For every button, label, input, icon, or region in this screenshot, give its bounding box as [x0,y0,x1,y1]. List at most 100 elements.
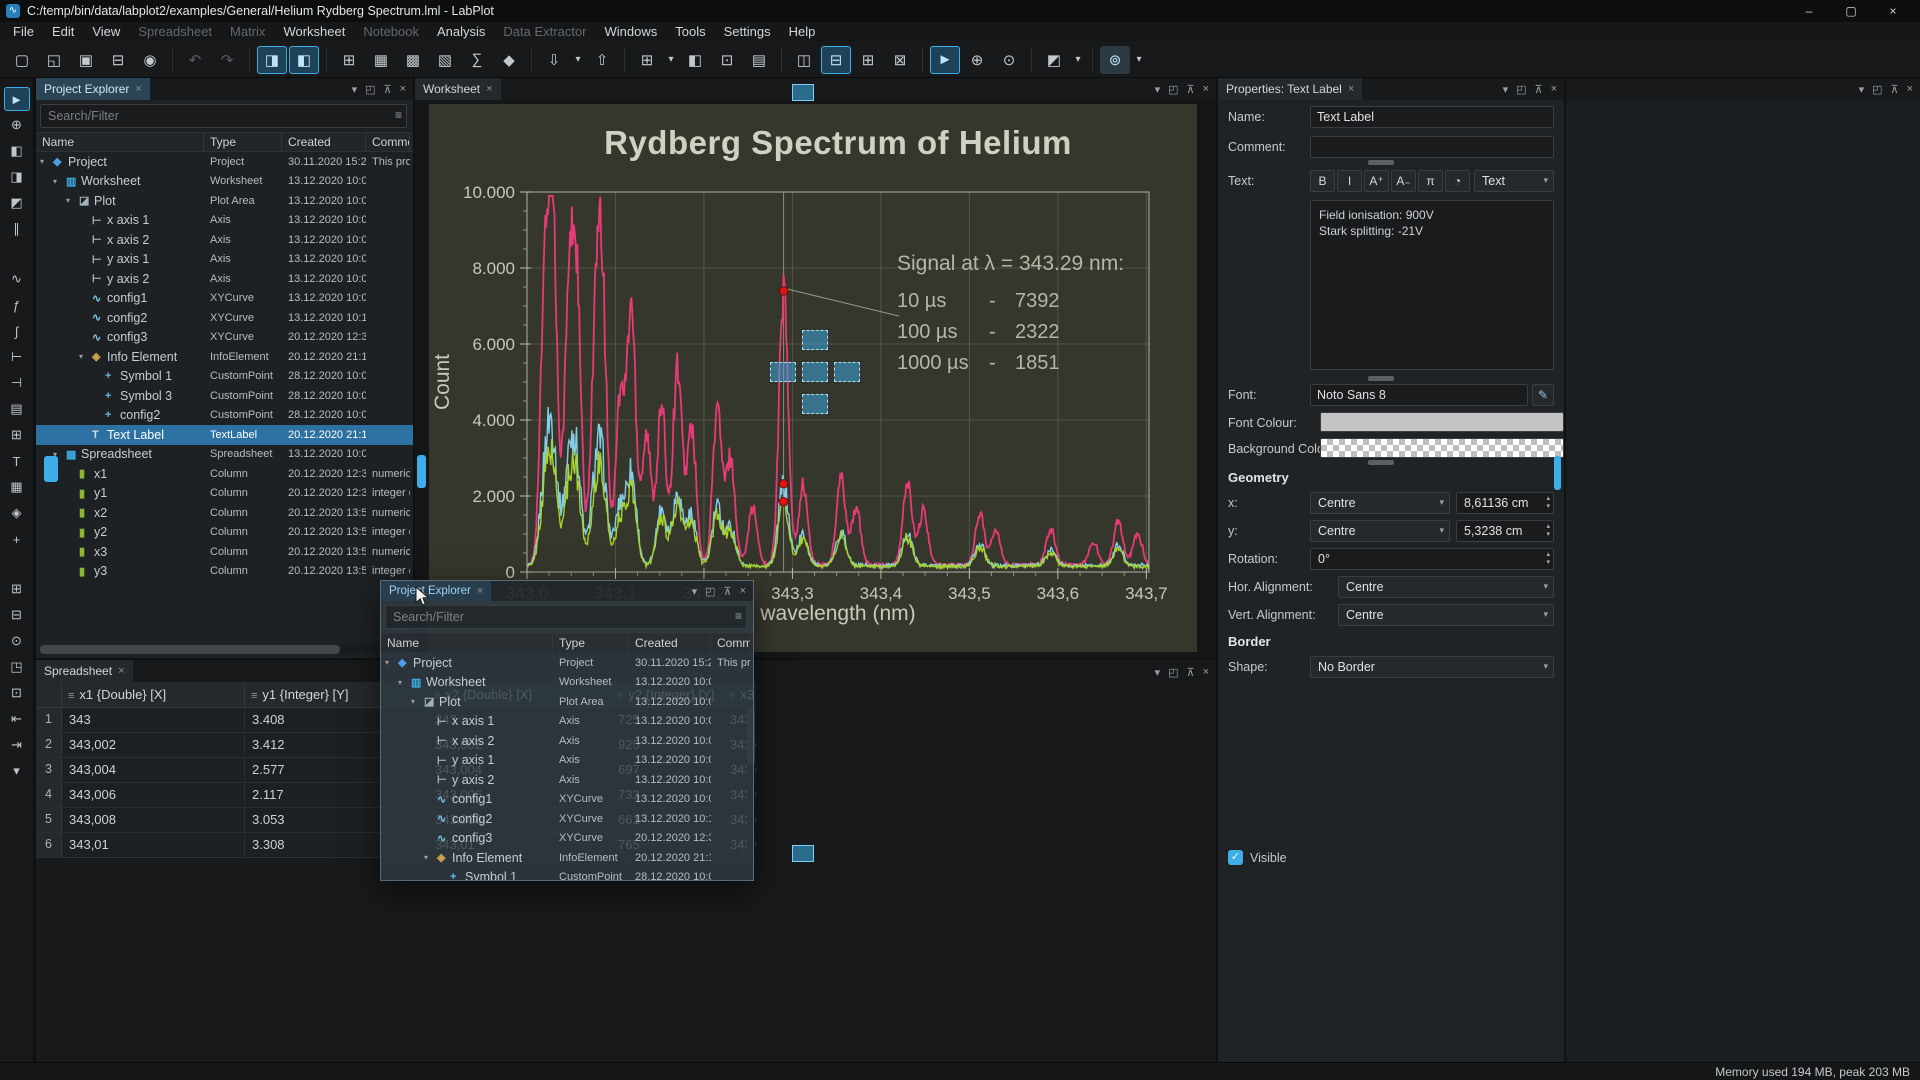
label-text-editor[interactable]: Field ionisation: 900VStark splitting: -… [1310,200,1554,370]
search-filter-input[interactable] [385,605,747,629]
menu-settings[interactable]: Settings [715,22,780,42]
column-header-commen[interactable]: Commen [366,133,410,151]
bold-button[interactable]: B [1310,170,1335,192]
tab-project-explorer[interactable]: Project Explorer× [36,78,150,100]
insert-datetime-button[interactable]: ◔ [1445,170,1470,192]
dock-pin-icon[interactable]: ⊼ [724,585,732,598]
dock-float-icon[interactable]: ◰ [1168,83,1178,96]
print-preview-button[interactable]: ◉ [135,46,165,74]
font-picker-button[interactable]: ✎ [1532,384,1554,406]
crosshair-mode-button[interactable]: ⊕ [962,46,992,74]
tab-worksheet[interactable]: Worksheet × [415,78,501,100]
toolbar-overflow-button[interactable]: ▾ [4,759,30,783]
export-button[interactable]: ⇧ [587,46,617,74]
shift-right-tool[interactable]: ⇥ [4,733,30,757]
tree-row-x-axis-2[interactable]: ⊢x axis 2Axis13.12.2020 10:01 [36,230,413,250]
table-cell[interactable]: 343,01 [62,833,245,857]
splitter-grip[interactable] [1368,160,1394,165]
tree-row-symbol-1[interactable]: +Symbol 1CustomPoint28.12.2020 10:06 [381,868,753,882]
add-legend-tool[interactable]: ▤ [4,397,30,421]
name-field[interactable]: Text Label [1310,106,1554,128]
column-header-type[interactable]: Type [204,133,282,151]
menu-windows[interactable]: Windows [596,22,667,42]
tree-row-config1[interactable]: ∿config1XYCurve13.12.2020 10:09 [381,790,753,810]
dock-close-icon[interactable]: × [1203,83,1209,96]
font-colour-swatch[interactable] [1320,412,1564,432]
expander-icon[interactable]: ▾ [411,697,424,706]
dock-float-icon[interactable]: ◰ [1872,83,1882,96]
tree-row-config2[interactable]: +config2CustomPoint28.12.2020 10:06 [36,406,413,426]
column-header-name[interactable]: Name [36,133,204,151]
dock-close-icon[interactable]: × [740,585,746,598]
selection-handle[interactable] [802,330,828,350]
minimize-button[interactable]: – [1788,0,1830,22]
column-header-created[interactable]: Created [282,133,366,151]
dock-pin-icon[interactable]: ⊼ [1891,83,1899,96]
dock-menu-icon[interactable]: ▾ [692,585,698,598]
add-x-axis-tool[interactable]: ⊢ [4,345,30,369]
print-button[interactable]: ⊟ [103,46,133,74]
column-header-commen[interactable]: Commen [711,634,751,652]
dock-pin-icon[interactable]: ⊼ [1535,83,1543,96]
dock-float-icon[interactable]: ◰ [705,585,715,598]
tree-row-y3[interactable]: ▮y3Column20.12.2020 13:56integer da [36,562,413,582]
add-custom-point-tool[interactable]: + [4,527,30,551]
marker-point[interactable] [779,480,787,488]
dock-close-icon[interactable]: × [1551,83,1557,96]
close-icon[interactable]: × [477,585,483,597]
column-header-created[interactable]: Created [629,634,711,652]
close-button[interactable]: × [1872,0,1914,22]
background-colour-swatch[interactable] [1320,438,1564,458]
expander-icon[interactable]: ▾ [398,678,411,687]
tree-row-symbol-3[interactable]: +Symbol 3CustomPoint28.12.2020 10:06 [36,386,413,406]
dock-pin-icon[interactable]: ⊼ [1187,666,1195,679]
dock-menu-icon[interactable]: ▾ [1155,666,1161,679]
dock-menu-icon[interactable]: ▾ [1503,83,1509,96]
zoom-fit-button[interactable]: ⊡ [712,46,742,74]
menu-spreadsheet[interactable]: Spreadsheet [129,22,221,42]
tree-row-x-axis-1[interactable]: ⊢x axis 1Axis13.12.2020 10:01 [36,211,413,231]
tree-row-project[interactable]: ▾◆ProjectProject30.11.2020 15:23This pro… [381,653,753,673]
y-offset-spinbox[interactable]: 5,3238 cm ▴▾ [1456,520,1554,542]
new-notebook-button[interactable]: ∑ [462,46,492,74]
close-icon[interactable]: × [1348,83,1354,95]
tree-row-spreadsheet[interactable]: ▾▦SpreadsheetSpreadsheet13.12.2020 10:08 [36,445,413,465]
tree-row-x1[interactable]: ▮x1Column20.12.2020 12:39numerical [36,464,413,484]
table-cell[interactable]: 343 [62,708,245,732]
tree-row-plot[interactable]: ▾◪PlotPlot Area13.12.2020 10:01 [36,191,413,211]
zoom-x-selection-tool[interactable]: ◨ [4,165,30,189]
tab-properties-text-label[interactable]: Properties: Text Label × [1218,78,1362,100]
tree-row-x-axis-2[interactable]: ⊢x axis 2Axis13.12.2020 10:01 [381,731,753,751]
tree-row-config3[interactable]: ∿config3XYCurve20.12.2020 12:39 [36,328,413,348]
zoom-mode-button[interactable]: ⊙ [994,46,1024,74]
table-cell[interactable]: 343,008 [62,808,245,832]
selection-handle-bottom[interactable] [792,845,814,862]
text-mode-combo[interactable]: Text ▾ [1474,170,1554,192]
expander-icon[interactable]: ▾ [79,352,92,361]
vert-alignment-combo[interactable]: Centre ▾ [1338,604,1554,626]
tree-row-worksheet[interactable]: ▾▥WorksheetWorksheet13.12.2020 10:01 [36,172,413,192]
filter-icon[interactable]: ≡ [395,108,402,122]
menu-notebook[interactable]: Notebook [354,22,428,42]
dock-pin-icon[interactable]: ⊼ [1187,83,1195,96]
shift-left-tool[interactable]: ⇤ [4,707,30,731]
cursor-tool[interactable]: ∥ [4,217,30,241]
tree-row-config2[interactable]: ∿config2XYCurve13.12.2020 10:11 [36,308,413,328]
tree-row-y-axis-2[interactable]: ⊢y axis 2Axis13.12.2020 10:01 [381,770,753,790]
scrollbar-thumb[interactable] [40,645,340,654]
menu-help[interactable]: Help [780,22,825,42]
menu-edit[interactable]: Edit [43,22,83,42]
new-matrix-button[interactable]: ▩ [398,46,428,74]
table-cell[interactable]: 343,002 [62,733,245,757]
maximize-button[interactable]: ▢ [1830,0,1872,22]
tree-row-x2[interactable]: ▮x2Column20.12.2020 13:55numerical [36,503,413,523]
toggle-properties-dock-button[interactable]: ◧ [289,46,319,74]
tab-project-explorer[interactable]: Project Explorer× [381,581,491,601]
tree-row-info-element[interactable]: ▾◈Info ElementInfoElement20.12.2020 21:1… [381,848,753,868]
sheet-column-header-x1-double-x[interactable]: ≡x1 {Double} [X] [62,682,245,707]
zoom-origin-tool[interactable]: ⊙ [4,629,30,653]
new-project-button[interactable]: ▢ [7,46,37,74]
menu-file[interactable]: File [4,22,43,42]
scrollbar-thumb[interactable] [417,455,426,488]
scrollbar-thumb[interactable] [1554,456,1561,490]
